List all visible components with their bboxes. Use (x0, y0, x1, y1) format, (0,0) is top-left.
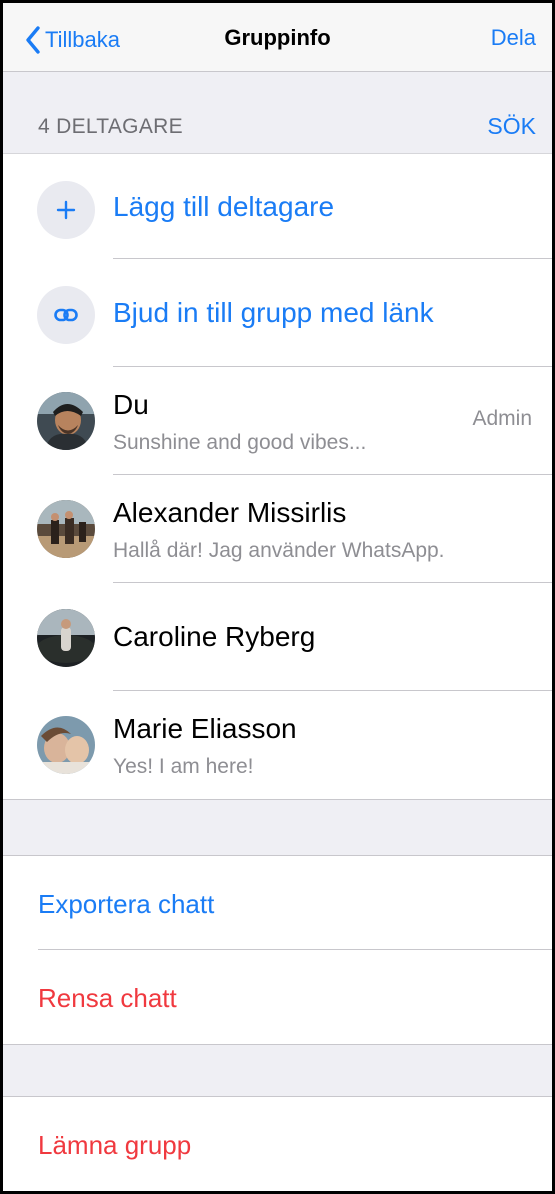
export-chat-row[interactable]: Exportera chatt (3, 856, 552, 950)
member-row[interactable]: Alexander Missirlis Hallå där! Jag använ… (3, 475, 552, 583)
avatar (37, 392, 95, 450)
link-icon (37, 286, 95, 344)
member-status: Sunshine and good vibes... (113, 431, 367, 454)
participants-list: Lägg till deltagare Bjud in till grupp m… (3, 154, 552, 800)
avatar (37, 500, 95, 558)
leave-group-button[interactable]: Lämna grupp (38, 1130, 191, 1161)
member-name: Caroline Ryberg (113, 621, 316, 652)
member-row[interactable]: Du Sunshine and good vibes... Admin (3, 367, 552, 475)
chat-actions-group: Exportera chatt Rensa chatt (3, 855, 552, 1045)
add-participant-label: Lägg till deltagare (113, 191, 335, 222)
navigation-bar: Tillbaka Gruppinfo Dela (3, 3, 552, 72)
member-status: Yes! I am here! (113, 755, 254, 778)
member-name: Alexander Missirlis (113, 497, 347, 528)
plus-icon (37, 181, 95, 239)
member-row[interactable]: Caroline Ryberg (3, 583, 552, 691)
invite-link-label: Bjud in till grupp med länk (113, 297, 434, 328)
add-participant-row[interactable]: Lägg till deltagare (3, 154, 552, 259)
leave-group-section: Lämna grupp (3, 1096, 552, 1191)
clear-chat-button[interactable]: Rensa chatt (38, 983, 177, 1014)
leave-group-row[interactable]: Lämna grupp (3, 1097, 552, 1191)
member-name: Du (113, 389, 149, 420)
member-status: Hallå där! Jag använder WhatsApp. (113, 539, 445, 562)
admin-badge: Admin (472, 407, 532, 430)
member-row[interactable]: Marie Eliasson Yes! I am here! (3, 691, 552, 799)
participants-section-header: 4 DELTAGARE SÖK (3, 72, 552, 154)
export-chat-button[interactable]: Exportera chatt (38, 889, 214, 920)
member-name: Marie Eliasson (113, 713, 297, 744)
avatar (37, 609, 95, 667)
search-participants-button[interactable]: SÖK (487, 113, 536, 140)
screen: Tillbaka Gruppinfo Dela 4 DELTAGARE SÖK … (0, 0, 555, 1194)
share-button[interactable]: Dela (491, 25, 536, 51)
participants-count: 4 DELTAGARE (38, 115, 183, 138)
invite-link-row[interactable]: Bjud in till grupp med länk (3, 259, 552, 367)
clear-chat-row[interactable]: Rensa chatt (3, 950, 552, 1044)
avatar (37, 716, 95, 774)
page-title: Gruppinfo (224, 25, 331, 50)
